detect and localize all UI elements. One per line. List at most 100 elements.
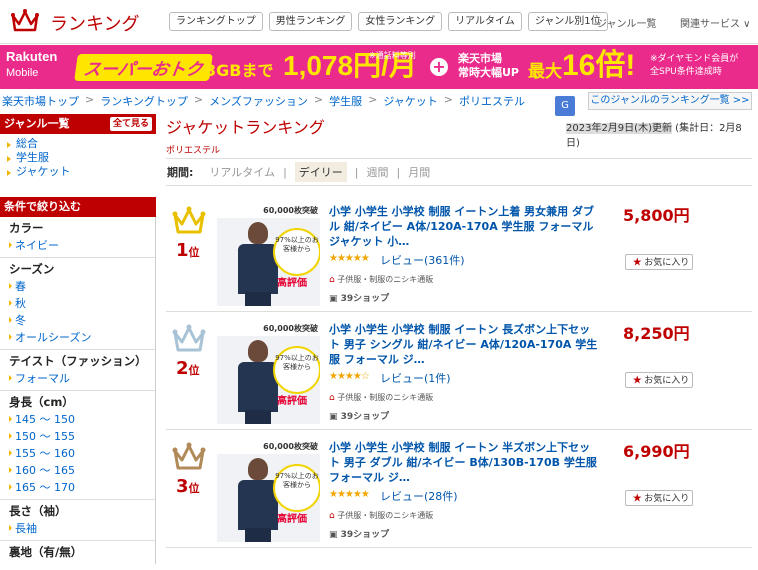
shop-name-link[interactable]: ▣ 39ショップ [329,291,389,304]
translate-icon[interactable]: G [555,96,575,116]
shop-badge-text: 子供服・制服のニシキ通販 [337,275,434,284]
filter-option[interactable]: ネイビー [9,237,155,254]
product-thumbnail[interactable]: 60,000枚突破 97%以上のお客様から 高評価 [217,322,320,424]
favorite-label: お気に入り [644,257,690,267]
rank-suffix: 位 [188,246,200,259]
tab-weekly[interactable]: 週間 [367,164,389,180]
product-photo [235,222,281,306]
shop-name: 39ショップ [340,294,390,304]
favorite-button[interactable]: ★ お気に入り [625,254,693,270]
related-services-link[interactable]: 関連サービス ∨ [680,15,751,30]
ranking-item: 1位 60,000枚突破 97%以上のお客様から 高評価 小学 小学生 小学校 … [166,194,752,312]
filter-option[interactable]: 155 ～ 160 [9,445,155,462]
filter-group-color: カラー ネイビー [0,217,155,258]
genre-list-link[interactable]: ジャンル一覧 [597,15,657,30]
favorite-label: お気に入り [644,493,690,503]
filter-option[interactable]: 165 ～ 170 [9,479,155,496]
shop-name-link[interactable]: ▣ 39ショップ [329,409,389,422]
show-all-button[interactable]: 全て見る [109,117,152,131]
shop-name-link[interactable]: ▣ 39ショップ [329,527,389,540]
filter-group-lining: 裏地（有/無） [0,541,155,564]
genre-link[interactable]: 総合 [6,137,156,151]
top-nav: ランキングトップ 男性ランキング 女性ランキング リアルタイム ジャンル別1位 [169,12,608,31]
tab-monthly[interactable]: 月間 [408,164,430,180]
thumb-circle-text: 97%以上のお客様から [275,472,319,489]
filter-group-height: 身長（cm） 145 ～ 150 150 ～ 155 155 ～ 160 160… [0,391,155,500]
banner-ichiba-line2: 常時大幅UP [458,66,519,79]
banner-max: 最大 [528,62,562,82]
genre-link[interactable]: 学生服 [6,151,156,165]
filter-option[interactable]: 秋 [9,295,155,312]
rank-value: 2 [176,358,189,379]
filter-option[interactable]: 145 ～ 150 [9,411,155,428]
star-icon: ★ [632,493,642,503]
nav-ranking-top[interactable]: ランキングトップ [169,12,263,31]
genre-ranking-list-button[interactable]: このジャンルのランキング一覧 >> [588,92,752,110]
thumb-circle-text: 97%以上のお客様から [275,236,319,253]
product-thumbnail[interactable]: 60,000枚突破 97%以上のお客様から 高評価 [217,440,320,542]
nav-realtime[interactable]: リアルタイム [448,12,522,31]
tab-divider: | [283,165,287,179]
favorite-button[interactable]: ★ お気に入り [625,490,693,506]
ranking-item: 3位 60,000枚突破 97%以上のお客様から 高評価 小学 小学生 小学校 … [166,430,752,548]
nav-female-ranking[interactable]: 女性ランキング [358,12,443,31]
banner-note2: ※ダイヤモンド会員が 全SPU条件達成時 [650,53,738,79]
banner-super-label: スーパーおトク [74,54,213,81]
shop-name: 39ショップ [340,412,390,422]
filter-group-title: 裏地（有/無） [9,545,83,559]
product-thumbnail[interactable]: 60,000枚突破 97%以上のお客様から 高評価 [217,204,320,306]
product-title-link[interactable]: 小学 小学生 小学校 制服 イートン 半ズボン上下セット 男子 ダブル 紺/ネイ… [329,440,599,485]
product-title-link[interactable]: 小学 小学生 小学校 制服 イートン上着 男女兼用 ダブル 紺/ネイビー A体/… [329,204,599,249]
promo-banner[interactable]: Rakuten Mobile スーパーおトク 3GBまで 1,078円/月 ※通… [0,45,758,89]
filter-option[interactable]: 長袖 [9,520,155,537]
home-icon: ⌂ [329,275,335,285]
breadcrumb-separator: > [85,93,95,106]
breadcrumb-item[interactable]: 学生服 [329,93,362,109]
thumb-banner-text: 60,000枚突破 [217,440,320,454]
breadcrumb-item[interactable]: ランキングトップ [100,93,188,109]
shop-badge: ⌂ 子供服・制服のニシキ通販 [329,510,433,521]
filter-option[interactable]: 150 ～ 155 [9,428,155,445]
updated-date: 2023年2月9日(木)更新 [566,123,672,134]
review-link[interactable]: レビュー(361件) [380,252,465,268]
banner-note1: ※通話料等別 [369,51,416,60]
filter-group-title: カラー [9,221,44,235]
breadcrumb-item[interactable]: ジャケット [383,93,437,109]
tab-realtime[interactable]: リアルタイム [209,164,275,180]
breadcrumb-item[interactable]: メンズファッション [209,93,308,109]
review-link[interactable]: レビュー(28件) [380,488,458,504]
product-price: 6,990円 [623,442,690,461]
filter-header: 条件で絞り込む [0,197,156,217]
filter-group-sleeve: 長さ（袖） 長袖 [0,500,155,541]
rank-crown-icon [172,206,206,234]
banner-ichiba-line1: 楽天市場 [458,52,502,65]
filter-option[interactable]: フォーマル [9,370,155,387]
star-icon: ★ [632,257,642,267]
rank-crown-icon [172,324,206,352]
thumb-circle-text: 97%以上のお客様から [275,354,319,371]
nav-genre-first[interactable]: ジャンル別1位 [527,12,608,31]
crown-logo-icon[interactable] [10,8,40,34]
thumb-circle-badge: 97%以上のお客様から [273,464,320,512]
logo-text[interactable]: ランキング [50,10,139,36]
shop-badge-text: 子供服・制服のニシキ通販 [337,393,434,402]
banner-brand-sub: Mobile [6,67,39,79]
tab-daily[interactable]: デイリー [294,162,347,182]
home-icon: ⌂ [329,393,335,403]
review-link[interactable]: レビュー(1件) [380,370,451,386]
breadcrumb-item[interactable]: 楽天市場トップ [2,93,79,109]
rank-suffix: 位 [188,482,200,495]
updated-info: 2023年2月9日(木)更新 (集計日：2月8日) [566,119,752,149]
favorite-button[interactable]: ★ お気に入り [625,372,693,388]
filter-option[interactable]: 冬 [9,312,155,329]
breadcrumb-item[interactable]: ポリエステル [459,93,525,109]
rank-value: 3 [176,476,189,497]
filter-option[interactable]: 春 [9,278,155,295]
product-photo [235,340,281,424]
product-title-link[interactable]: 小学 小学生 小学校 制服 イートン 長ズボン上下セット 男子 シングル 紺/ネ… [329,322,599,367]
period-label: 期間: [167,166,194,179]
genre-link[interactable]: ジャケット [6,165,156,179]
filter-option[interactable]: オールシーズン [9,329,155,346]
filter-option[interactable]: 160 ～ 165 [9,462,155,479]
nav-male-ranking[interactable]: 男性ランキング [268,12,353,31]
